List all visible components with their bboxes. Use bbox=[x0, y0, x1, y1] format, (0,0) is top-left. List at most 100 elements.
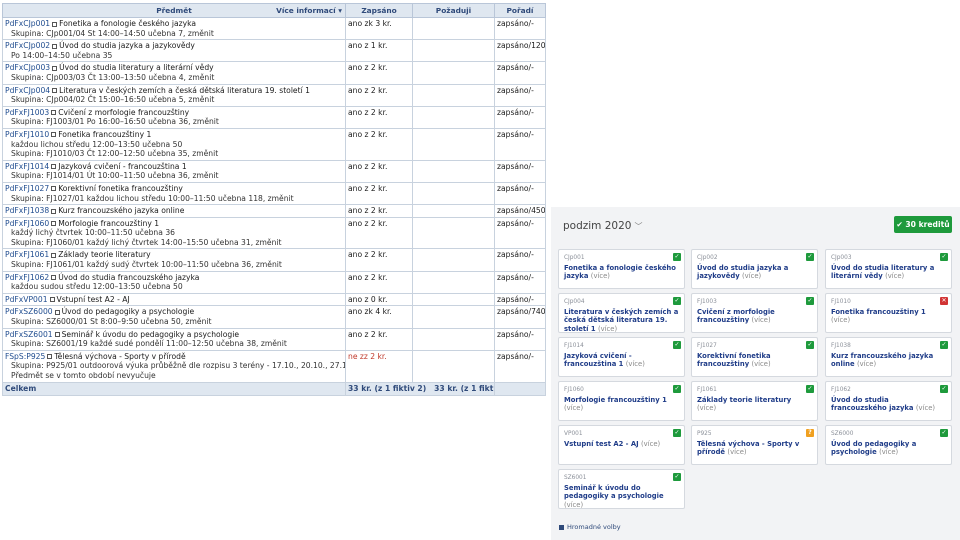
course-card[interactable]: FJ1061 Základy teorie literatury (více) ✓ bbox=[691, 381, 818, 421]
subject-code[interactable]: PdFxFJ1038 bbox=[5, 206, 49, 215]
course-card[interactable]: CJp004 Literatura v českých zemích a česk… bbox=[558, 293, 685, 333]
info-icon[interactable] bbox=[51, 252, 57, 258]
subject-detail: Skupina: SZ6001/19 každé sudé pondělí 11… bbox=[11, 339, 287, 349]
card-title[interactable]: Literatura v českých zemích a česká děts… bbox=[564, 308, 679, 334]
table-row: PdFxFJ1062 Úvod do studia francouzského j… bbox=[2, 270, 546, 294]
table-row: PdFxFJ1061 Základy teorie literatury Skupi… bbox=[2, 248, 546, 272]
card-title[interactable]: Tělesná výchova - Sporty v přírodě (více… bbox=[697, 440, 812, 457]
info-icon[interactable] bbox=[51, 186, 57, 192]
course-card[interactable]: FJ1038 Kurz francouzského jazyka online (… bbox=[825, 337, 952, 377]
subject-detail: každý lichý čtvrtek 10:00–11:50 učebna 3… bbox=[11, 228, 175, 238]
course-card[interactable]: FJ1060 Morfologie francouzštiny 1 (více) ✓ bbox=[558, 381, 685, 421]
cell-zapsano: ano z 2 kr. bbox=[345, 248, 413, 272]
more-link[interactable]: (více) bbox=[697, 404, 716, 412]
more-link[interactable]: (více) bbox=[916, 404, 935, 412]
course-card[interactable]: SZ6001 Seminář k úvodu do pedagogiky a ps… bbox=[558, 469, 685, 509]
card-title[interactable]: Úvod do studia literatury a literární vě… bbox=[831, 264, 946, 281]
card-code: SZ6001 bbox=[564, 475, 587, 481]
more-link[interactable]: (více) bbox=[591, 272, 610, 280]
course-card[interactable]: FJ1062 Úvod do studia francouzského jazyk… bbox=[825, 381, 952, 421]
subject-code[interactable]: PdFxFJ1061 bbox=[5, 250, 49, 259]
info-icon[interactable] bbox=[52, 65, 58, 71]
subject-code[interactable]: PdFxVP001 bbox=[5, 295, 48, 304]
more-link[interactable]: (více) bbox=[564, 501, 583, 509]
cell-pozaduji bbox=[412, 305, 495, 329]
card-title[interactable]: Jazyková cvičení - francouzština 1 (více… bbox=[564, 352, 679, 369]
card-title[interactable]: Korektivní fonetika francouzštiny (více) bbox=[697, 352, 812, 369]
info-icon[interactable] bbox=[51, 110, 57, 116]
subject-code[interactable]: FSpS:P925 bbox=[5, 352, 45, 361]
card-title[interactable]: Vstupní test A2 - AJ (více) bbox=[564, 440, 679, 449]
card-title[interactable]: Úvod do pedagogiky a psychologie (více) bbox=[831, 440, 946, 457]
more-link[interactable]: (více) bbox=[641, 440, 660, 448]
info-icon[interactable] bbox=[51, 132, 57, 138]
subject-detail: Skupina: FJ1003/01 Po 16:00–16:50 učebna… bbox=[11, 117, 219, 127]
more-link[interactable]: (více) bbox=[742, 272, 761, 280]
course-card[interactable]: FJ1010 Fonetika francouzštiny 1 (více) ✕ bbox=[825, 293, 952, 333]
info-icon[interactable] bbox=[51, 208, 57, 214]
bulk-actions-link[interactable]: Hromadné volby bbox=[559, 523, 621, 531]
more-link[interactable]: (více) bbox=[727, 448, 746, 456]
total-zapsano: 33 kr. (z 1 fiktiv 2) 33 kr. (z 1 fiktiv… bbox=[345, 381, 495, 396]
more-link[interactable]: (více) bbox=[752, 316, 771, 324]
subject-code[interactable]: PdFxFJ1060 bbox=[5, 219, 49, 228]
info-icon[interactable] bbox=[54, 309, 60, 315]
more-link[interactable]: (více) bbox=[885, 272, 904, 280]
more-link[interactable]: (více) bbox=[831, 316, 850, 324]
card-title[interactable]: Seminář k úvodu do pedagogiky a psycholo… bbox=[564, 484, 679, 510]
subject-code[interactable]: PdFxCJp003 bbox=[5, 63, 50, 72]
course-card[interactable]: CJp003 Úvod do studia literatury a literá… bbox=[825, 249, 952, 289]
card-title[interactable]: Kurz francouzského jazyka online (více) bbox=[831, 352, 946, 369]
course-card[interactable]: FJ1014 Jazyková cvičení - francouzština 1… bbox=[558, 337, 685, 377]
credits-button[interactable]: ✔ 30 kreditů bbox=[894, 216, 952, 233]
subject-code[interactable]: PdFxFJ1003 bbox=[5, 108, 49, 117]
info-icon[interactable] bbox=[54, 332, 60, 338]
card-title[interactable]: Úvod do studia jazyka a jazykovědy (více… bbox=[697, 264, 812, 281]
cell-zapsano: ano z 2 kr. bbox=[345, 159, 413, 183]
info-icon[interactable] bbox=[52, 88, 58, 94]
subject-code[interactable]: PdFxCJp001 bbox=[5, 19, 50, 28]
subject-name: Morfologie francouzštiny 1 bbox=[58, 218, 160, 228]
info-icon[interactable] bbox=[52, 21, 58, 27]
info-icon[interactable] bbox=[47, 354, 53, 360]
card-title[interactable]: Fonetika francouzštiny 1 (více) bbox=[831, 308, 946, 325]
more-info-toggle[interactable]: Více informací ▾ bbox=[276, 6, 342, 15]
info-icon[interactable] bbox=[51, 164, 57, 170]
card-title[interactable]: Úvod do studia francouzského jazyka (víc… bbox=[831, 396, 946, 413]
card-title[interactable]: Morfologie francouzštiny 1 (více) bbox=[564, 396, 679, 413]
info-icon[interactable] bbox=[52, 43, 58, 49]
course-card[interactable]: P925 Tělesná výchova - Sporty v přírodě (… bbox=[691, 425, 818, 465]
card-title[interactable]: Cvičení z morfologie francouzštiny (více… bbox=[697, 308, 812, 325]
course-card[interactable]: CJp001 Fonetika a fonologie českého jazyk… bbox=[558, 249, 685, 289]
subject-code[interactable]: PdFxFJ1014 bbox=[5, 162, 49, 171]
subject-name: Literatura v českých zemích a česká děts… bbox=[59, 85, 310, 95]
cell-pozaduji bbox=[412, 216, 495, 250]
course-card[interactable]: VP001 Vstupní test A2 - AJ (více) ✓ bbox=[558, 425, 685, 465]
card-title[interactable]: Základy teorie literatury (více) bbox=[697, 396, 812, 413]
info-icon[interactable] bbox=[51, 275, 57, 281]
cell-pozaduji bbox=[412, 248, 495, 272]
card-title[interactable]: Fonetika a fonologie českého jazyka (víc… bbox=[564, 264, 679, 281]
more-link[interactable]: (více) bbox=[626, 360, 645, 368]
more-link[interactable]: (více) bbox=[564, 404, 583, 412]
more-link[interactable]: (více) bbox=[879, 448, 898, 456]
semester-selector[interactable]: podzim 2020 ﹀ bbox=[563, 220, 642, 232]
course-card[interactable]: FJ1003 Cvičení z morfologie francouzštiny… bbox=[691, 293, 818, 333]
subject-code[interactable]: PdFxFJ1010 bbox=[5, 130, 49, 139]
subject-code[interactable]: PdFxFJ1062 bbox=[5, 273, 49, 282]
subject-code[interactable]: PdFxFJ1027 bbox=[5, 184, 49, 193]
more-link[interactable]: (více) bbox=[857, 360, 876, 368]
course-card[interactable]: SZ6000 Úvod do pedagogiky a psychologie (… bbox=[825, 425, 952, 465]
course-card[interactable]: CJp002 Úvod do studia jazyka a jazykovědy… bbox=[691, 249, 818, 289]
subject-code[interactable]: PdFxSZ6000 bbox=[5, 307, 53, 316]
subject-code[interactable]: PdFxCJp004 bbox=[5, 86, 50, 95]
table-row: FSpS:P925 Tělesná výchova - Sporty v přír… bbox=[2, 349, 546, 383]
more-link[interactable]: (více) bbox=[752, 360, 771, 368]
subject-code[interactable]: PdFxSZ6001 bbox=[5, 330, 53, 339]
info-icon[interactable] bbox=[49, 297, 55, 303]
info-icon[interactable] bbox=[51, 221, 57, 227]
more-link[interactable]: (více) bbox=[598, 325, 617, 333]
course-card[interactable]: FJ1027 Korektivní fonetika francouzštiny … bbox=[691, 337, 818, 377]
subject-code[interactable]: PdFxCJp002 bbox=[5, 41, 50, 50]
status-badge-icon: ✓ bbox=[940, 253, 948, 261]
